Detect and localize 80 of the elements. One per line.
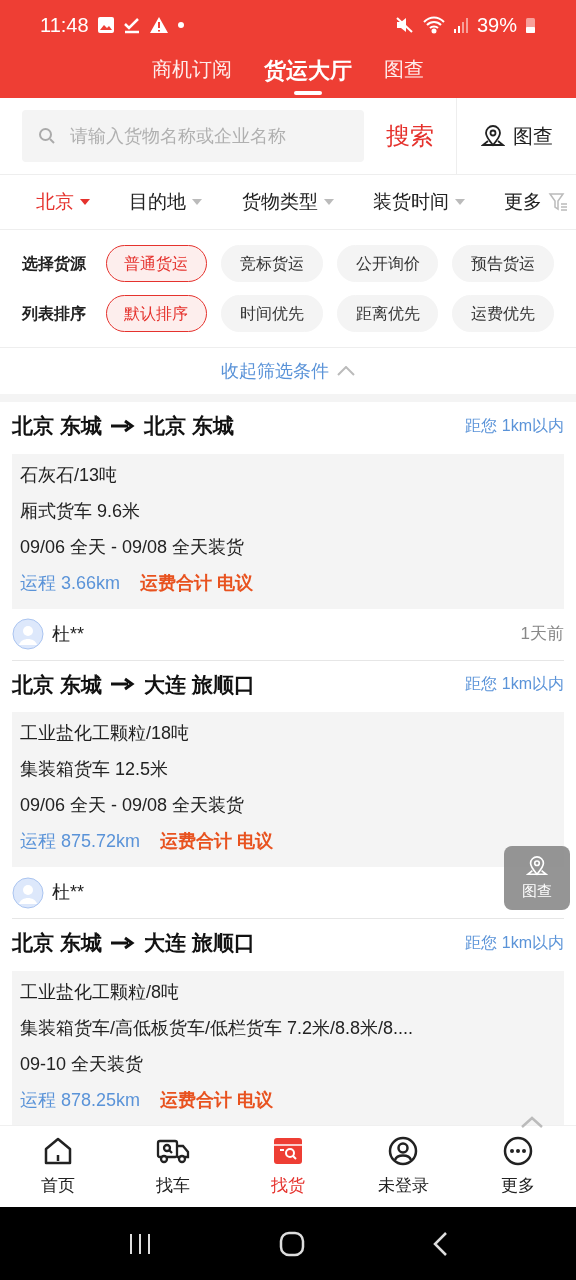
warning-icon xyxy=(148,16,169,34)
post-time: 1天前 xyxy=(520,623,564,646)
caret-icon xyxy=(80,199,90,205)
destination: 北京 东城 xyxy=(143,413,234,439)
freight-fee: 运费合计 电议 xyxy=(140,571,254,595)
distance-to-you: 距您 1km以内 xyxy=(465,415,564,436)
truck-type: 集装箱货车 12.5米 xyxy=(20,758,170,781)
battery-icon xyxy=(525,16,536,34)
bottom-nav-tab[interactable]: 首页 xyxy=(0,1134,116,1199)
option-chip[interactable]: 默认排序 xyxy=(105,295,208,332)
freight-fee: 运费合计 电议 xyxy=(160,830,274,853)
arrow-icon xyxy=(109,677,136,692)
loading-schedule: 09/06 全天 - 09/08 全天装货 xyxy=(20,535,246,559)
option-row-label: 列表排序 xyxy=(22,303,87,324)
filter-dropdown[interactable]: 装货时间 xyxy=(372,187,465,217)
bottom-nav-tab[interactable]: 更多 xyxy=(460,1134,576,1199)
caret-icon xyxy=(454,199,465,205)
filter-dropdown[interactable]: 更多 xyxy=(504,187,568,217)
option-chip[interactable]: 距离优先 xyxy=(336,295,439,332)
option-chip[interactable]: 运费优先 xyxy=(452,295,554,332)
map-search-button[interactable]: 图查 xyxy=(456,98,576,174)
option-chip[interactable]: 预告货运 xyxy=(452,245,554,282)
mute-icon xyxy=(394,16,415,34)
user-icon xyxy=(387,1134,420,1167)
option-chip[interactable]: 公开询价 xyxy=(336,245,439,282)
option-chip[interactable]: 普通货运 xyxy=(105,245,208,282)
bottom-nav-tab[interactable]: 找车 xyxy=(115,1134,231,1199)
wifi-icon xyxy=(422,16,445,34)
loading-schedule: 09/06 全天 - 09/08 全天装货 xyxy=(20,794,246,817)
cargo-weight: 工业盐化工颗粒/8吨 xyxy=(20,980,180,1004)
option-row-label: 选择货源 xyxy=(22,253,87,275)
more-icon xyxy=(502,1134,535,1167)
caret-icon xyxy=(192,199,203,205)
chevron-up-icon xyxy=(337,366,355,376)
freight-fee: 运费合计 电议 xyxy=(160,1088,274,1112)
truck-type: 厢式货车 9.6米 xyxy=(20,499,142,523)
destination: 大连 旅顺口 xyxy=(143,671,255,698)
loading-schedule: 09-10 全天装货 xyxy=(20,1052,145,1076)
route-distance: 运程 3.66km xyxy=(20,571,121,595)
search-icon xyxy=(38,127,56,145)
route-distance: 运程 875.72km xyxy=(20,830,141,853)
origin: 北京 东城 xyxy=(12,671,102,698)
distance-to-you: 距您 1km以内 xyxy=(465,932,564,953)
caret-icon xyxy=(323,199,334,205)
check-icon xyxy=(122,16,141,34)
search-field[interactable]: 请输入货物名称或企业名称 xyxy=(22,110,364,162)
option-chip[interactable]: 时间优先 xyxy=(221,295,323,332)
home-button-icon[interactable] xyxy=(279,1230,305,1257)
truck-type: 集装箱货车/高低板货车/低栏货车 7.2米/8.8米/8.... xyxy=(20,1016,415,1040)
avatar-icon xyxy=(12,618,44,650)
filter-icon xyxy=(548,192,568,212)
recent-apps-icon[interactable] xyxy=(127,1231,153,1256)
distance-to-you: 距您 1km以内 xyxy=(465,674,564,695)
arrow-icon xyxy=(109,935,136,950)
map-pin-icon xyxy=(480,124,505,148)
search-button[interactable]: 搜索 xyxy=(364,98,456,174)
filter-dropdown[interactable]: 货物类型 xyxy=(241,187,334,217)
signal-icon xyxy=(452,16,469,34)
image-icon xyxy=(96,16,115,34)
avatar-icon xyxy=(12,876,44,909)
bottom-nav-tab[interactable]: 找货 xyxy=(230,1134,346,1199)
origin: 北京 东城 xyxy=(12,413,102,439)
user-name: 杜** xyxy=(52,881,84,904)
filter-dropdown[interactable]: 目的地 xyxy=(129,187,203,217)
map-pin-icon xyxy=(526,853,548,878)
user-name: 杜** xyxy=(52,622,84,646)
origin: 北京 东城 xyxy=(12,930,102,956)
battery-percent: 39% xyxy=(476,13,517,38)
filter-dropdown[interactable]: 北京 xyxy=(36,187,90,217)
destination: 大连 旅顺口 xyxy=(143,930,255,956)
header-tab[interactable]: 货运大厅 xyxy=(264,50,352,95)
cargo-weight: 石灰石/13吨 xyxy=(20,463,119,487)
bottom-nav-tab[interactable]: 未登录 xyxy=(345,1134,461,1199)
back-icon[interactable] xyxy=(431,1230,449,1257)
cargo-weight: 工业盐化工颗粒/18吨 xyxy=(20,722,191,745)
option-chip[interactable]: 竞标货运 xyxy=(221,245,323,282)
status-time: 11:48 xyxy=(40,13,89,38)
arrow-icon xyxy=(109,418,136,433)
route-distance: 运程 878.25km xyxy=(20,1088,141,1112)
dot-icon xyxy=(176,21,185,29)
